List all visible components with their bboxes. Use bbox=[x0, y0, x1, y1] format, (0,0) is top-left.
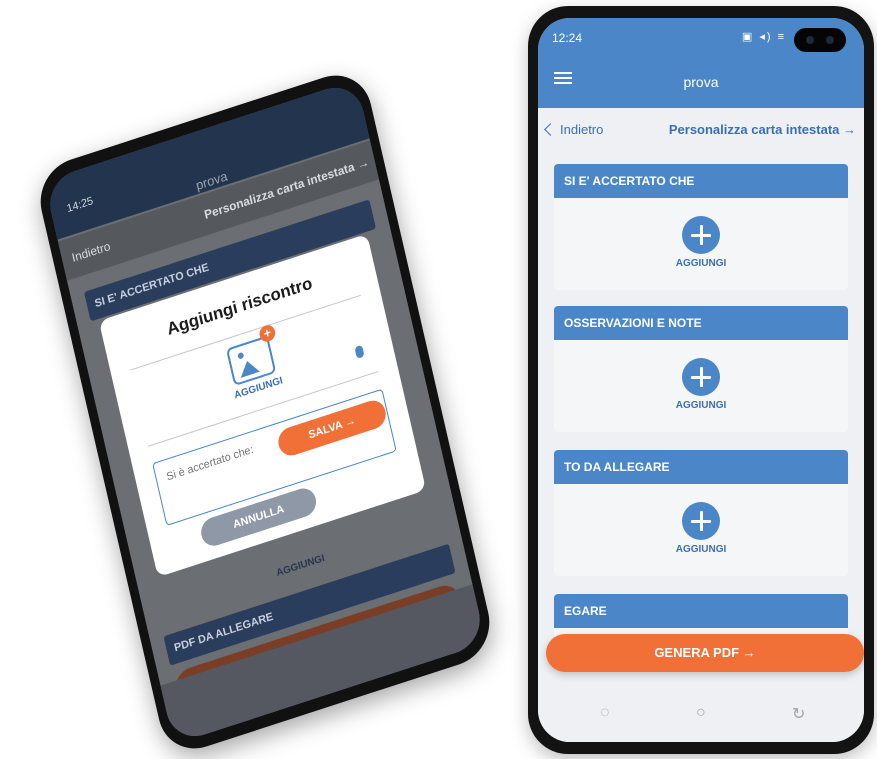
front-phone-screen: 12:24 ▣ ◂) ≡ prova Indietro Personalizza… bbox=[538, 18, 864, 742]
sub-nav-bar: Indietro Personalizza carta intestata → bbox=[538, 108, 864, 152]
add-label[interactable]: AGGIUNGI bbox=[554, 400, 848, 411]
back-phone: 14:25 prova Indietro Personalizza carta … bbox=[32, 65, 498, 759]
back-link[interactable]: Indietro bbox=[544, 122, 604, 137]
add-button[interactable]: AGGIUNGI bbox=[554, 502, 848, 555]
back-label: Indietro bbox=[560, 122, 604, 137]
system-nav-bar: ◌ ○ ↻ bbox=[538, 682, 864, 742]
home-icon[interactable]: ○ bbox=[696, 704, 706, 722]
section-card: SI E' ACCERTATO CHE AGGIUNGI bbox=[554, 164, 848, 290]
status-time: 12:24 bbox=[552, 31, 583, 45]
section-card: OSSERVAZIONI E NOTE AGGIUNGI bbox=[554, 306, 848, 432]
status-bar: 12:24 ▣ ◂) ≡ bbox=[538, 18, 864, 52]
section-header: OSSERVAZIONI E NOTE bbox=[554, 306, 848, 340]
plus-icon[interactable] bbox=[682, 502, 720, 540]
generate-pdf-button[interactable]: GENERA PDF → bbox=[546, 634, 864, 672]
add-label[interactable]: AGGIUNGI bbox=[554, 544, 848, 555]
customize-letterhead-link[interactable]: Personalizza carta intestata → bbox=[669, 122, 856, 137]
section-header: TO DA ALLEGARE bbox=[554, 450, 848, 484]
app-bar: prova bbox=[538, 52, 864, 108]
camera-cutout bbox=[794, 28, 846, 52]
app-title: prova bbox=[683, 74, 719, 90]
status-icons: ▣ ◂) ≡ bbox=[741, 31, 786, 43]
back-back-link[interactable]: Indietro bbox=[70, 239, 111, 265]
plus-icon[interactable] bbox=[682, 358, 720, 396]
recent-apps-icon[interactable]: ◌ bbox=[600, 704, 610, 722]
front-phone: 12:24 ▣ ◂) ≡ prova Indietro Personalizza… bbox=[528, 6, 874, 754]
add-label[interactable]: AGGIUNGI bbox=[554, 258, 848, 269]
section-header: EGARE bbox=[554, 594, 848, 628]
plus-icon[interactable] bbox=[682, 216, 720, 254]
back-phone-screen: 14:25 prova Indietro Personalizza carta … bbox=[43, 79, 487, 745]
chevron-left-icon bbox=[544, 123, 557, 136]
back-icon[interactable]: ↻ bbox=[792, 704, 805, 724]
add-button[interactable]: AGGIUNGI bbox=[554, 216, 848, 269]
add-button[interactable]: AGGIUNGI bbox=[554, 358, 848, 411]
section-header: SI E' ACCERTATO CHE bbox=[554, 164, 848, 198]
section-card: TO DA ALLEGARE AGGIUNGI bbox=[554, 450, 848, 576]
